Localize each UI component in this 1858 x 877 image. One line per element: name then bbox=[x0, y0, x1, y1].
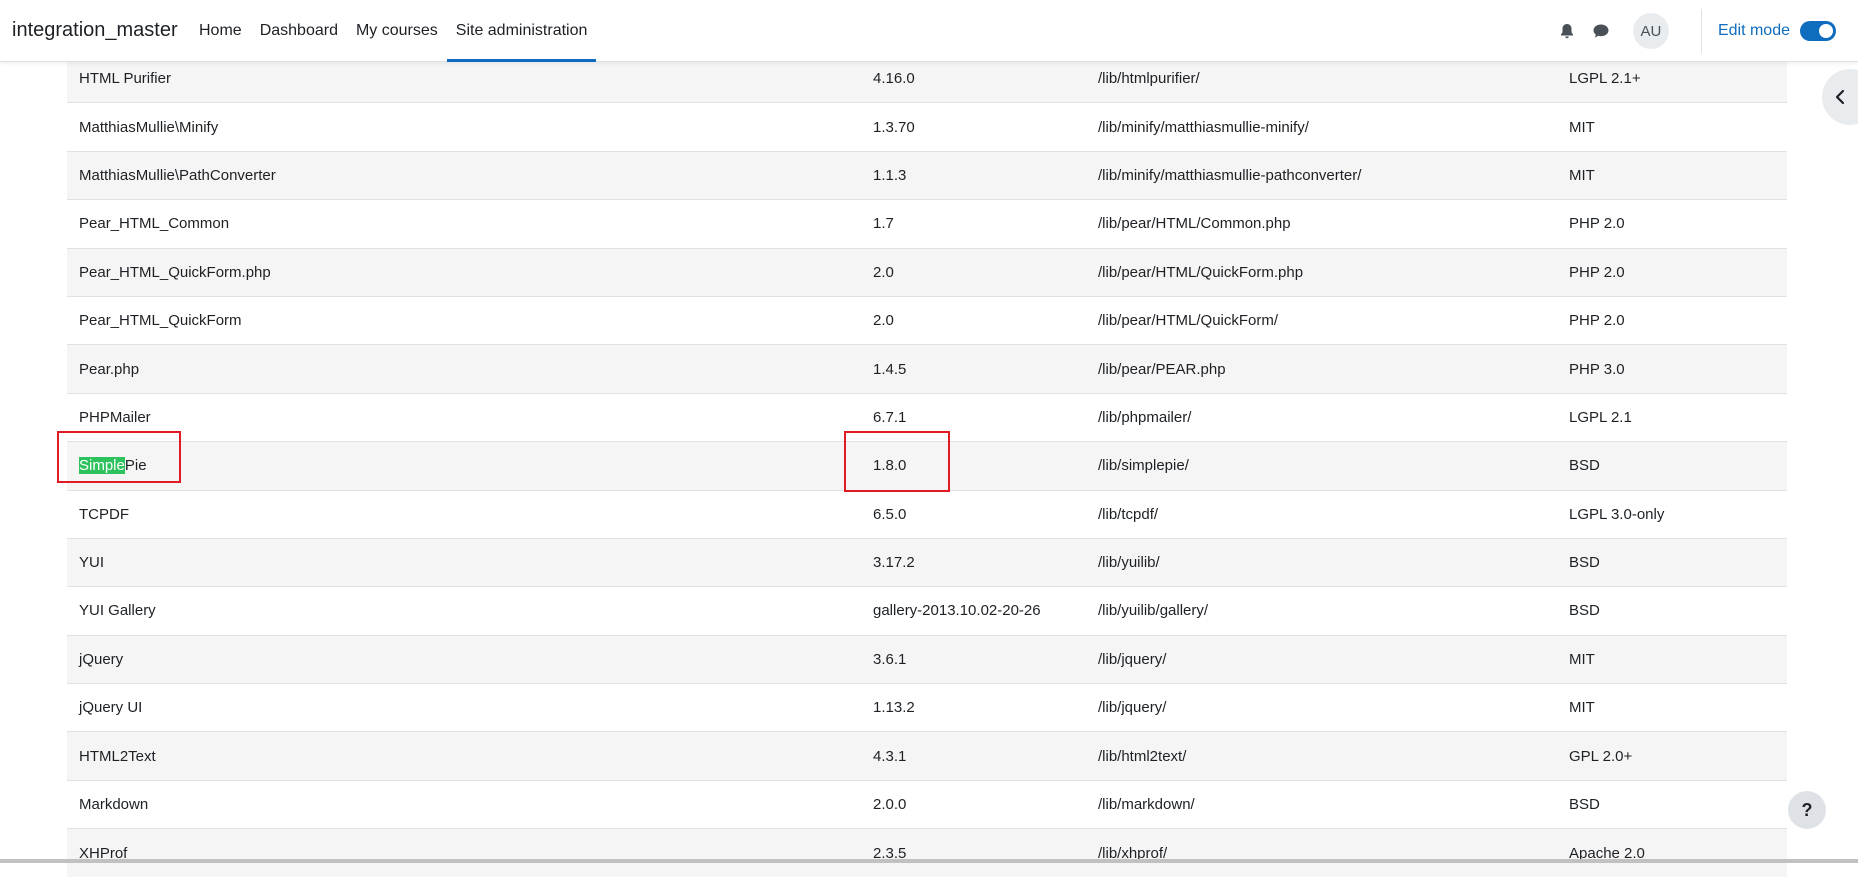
chevron-left-icon bbox=[1835, 89, 1845, 105]
library-name-cell: MatthiasMullie\Minify bbox=[67, 102, 861, 152]
library-version-cell: 2.0.0 bbox=[861, 779, 1086, 829]
nav-home[interactable]: Home bbox=[190, 0, 251, 62]
library-location-cell: /lib/pear/HTML/QuickForm/ bbox=[1086, 295, 1557, 345]
library-name-cell: HTML2Text bbox=[67, 731, 861, 781]
library-version-cell: 3.6.1 bbox=[861, 634, 1086, 684]
nav-dashboard[interactable]: Dashboard bbox=[251, 0, 347, 62]
library-name-cell: TCPDF bbox=[67, 489, 861, 539]
library-version-cell: 1.7 bbox=[861, 199, 1086, 249]
top-navbar: integration_master Home Dashboard My cou… bbox=[0, 0, 1858, 62]
nav-my-courses[interactable]: My courses bbox=[347, 0, 447, 62]
library-version-cell: 2.0 bbox=[861, 247, 1086, 297]
library-location-cell: /lib/minify/matthiasmullie-minify/ bbox=[1086, 102, 1557, 152]
library-name-cell: PHPMailer bbox=[67, 392, 861, 442]
library-location-cell: /lib/pear/PEAR.php bbox=[1086, 344, 1557, 394]
library-version-cell: 1.4.5 bbox=[861, 344, 1086, 394]
library-name-cell: Pear_HTML_Common bbox=[67, 199, 861, 249]
library-version-cell: 1.1.3 bbox=[861, 150, 1086, 200]
library-version-cell: 1.13.2 bbox=[861, 683, 1086, 732]
library-location-cell: /lib/markdown/ bbox=[1086, 779, 1557, 829]
library-license-cell: PHP 2.0 bbox=[1557, 295, 1787, 345]
library-location-cell: /lib/jquery/ bbox=[1086, 634, 1557, 684]
toggle-knob bbox=[1819, 24, 1833, 38]
library-license-cell: MIT bbox=[1557, 102, 1787, 152]
library-license-cell: PHP 2.0 bbox=[1557, 247, 1787, 297]
library-version-cell: 2.0 bbox=[861, 295, 1086, 345]
annotation-box-name bbox=[57, 431, 181, 483]
nav-site-administration[interactable]: Site administration bbox=[446, 0, 597, 62]
annotation-box-version bbox=[844, 431, 950, 492]
library-version-cell: 1.3.70 bbox=[861, 102, 1086, 152]
library-license-cell: BSD bbox=[1557, 586, 1787, 636]
library-license-cell: PHP 2.0 bbox=[1557, 199, 1787, 249]
library-location-cell: /lib/pear/HTML/Common.php bbox=[1086, 199, 1557, 249]
primary-navigation: Home Dashboard My courses Site administr… bbox=[190, 0, 597, 62]
chat-icon[interactable] bbox=[1585, 15, 1617, 47]
table-row: Pear_HTML_QuickForm 2.0/lib/pear/HTML/Qui… bbox=[67, 295, 1787, 345]
library-location-cell: /lib/simplepie/ bbox=[1086, 441, 1557, 491]
library-name-cell: jQuery bbox=[67, 634, 861, 684]
horizontal-scrollbar[interactable] bbox=[0, 859, 1858, 863]
library-license-cell: LGPL 3.0-only bbox=[1557, 489, 1787, 539]
library-location-cell: /lib/yuilib/ bbox=[1086, 537, 1557, 587]
drawer-toggle-button[interactable] bbox=[1822, 69, 1858, 125]
library-name-cell: Markdown bbox=[67, 779, 861, 829]
library-name-cell: SimplePie bbox=[67, 441, 861, 491]
library-license-cell: LGPL 2.1 bbox=[1557, 392, 1787, 442]
library-location-cell: /lib/tcpdf/ bbox=[1086, 489, 1557, 539]
library-license-cell: BSD bbox=[1557, 779, 1787, 829]
library-license-cell: Apache 2.0 bbox=[1557, 828, 1787, 877]
user-avatar[interactable]: AU bbox=[1632, 13, 1669, 49]
library-version-cell: 4.3.1 bbox=[861, 731, 1086, 781]
table-row: YUI Gallery gallery-2013.10.02-20-26/lib/… bbox=[67, 586, 1787, 636]
table-row: Pear_HTML_QuickForm.php 2.0/lib/pear/HTML… bbox=[67, 247, 1787, 297]
library-location-cell: /lib/jquery/ bbox=[1086, 683, 1557, 732]
edit-mode-toggle[interactable] bbox=[1800, 21, 1836, 41]
help-button[interactable]: ? bbox=[1788, 791, 1826, 829]
library-version-cell: 2.3.5 bbox=[861, 828, 1086, 877]
table-row: Markdown 2.0.0/lib/markdown/BSD bbox=[67, 779, 1787, 829]
library-version-cell: 3.17.2 bbox=[861, 537, 1086, 587]
library-license-cell: BSD bbox=[1557, 441, 1787, 491]
library-location-cell: /lib/phpmailer/ bbox=[1086, 392, 1557, 442]
table-row: MatthiasMullie\Minify 1.3.70/lib/minify/m… bbox=[67, 102, 1787, 152]
library-license-cell: GPL 2.0+ bbox=[1557, 731, 1787, 781]
library-name-cell: YUI bbox=[67, 537, 861, 587]
table-row: MatthiasMullie\PathConverter 1.1.3/lib/mi… bbox=[67, 150, 1787, 200]
library-name-cell: MatthiasMullie\PathConverter bbox=[67, 150, 861, 200]
table-row: Pear_HTML_Common 1.7/lib/pear/HTML/Common… bbox=[67, 199, 1787, 249]
site-brand[interactable]: integration_master bbox=[12, 19, 178, 42]
library-license-cell: MIT bbox=[1557, 150, 1787, 200]
library-license-cell: PHP 3.0 bbox=[1557, 344, 1787, 394]
library-name-cell: XHProf bbox=[67, 828, 861, 877]
navbar-actions: AU Edit mode bbox=[1551, 0, 1858, 62]
library-name-cell: Pear_HTML_QuickForm bbox=[67, 295, 861, 345]
table-row: HTML2Text 4.3.1/lib/html2text/GPL 2.0+ bbox=[67, 731, 1787, 781]
library-location-cell: /lib/html2text/ bbox=[1086, 731, 1557, 781]
table-row: jQuery UI 1.13.2/lib/jquery/MIT bbox=[67, 683, 1787, 732]
library-location-cell: /lib/xhprof/ bbox=[1086, 828, 1557, 877]
library-license-cell: MIT bbox=[1557, 683, 1787, 732]
library-name-cell: jQuery UI bbox=[67, 683, 861, 732]
table-row: XHProf 2.3.5/lib/xhprof/Apache 2.0 bbox=[67, 828, 1787, 877]
library-location-cell: /lib/minify/matthiasmullie-pathconverter… bbox=[1086, 150, 1557, 200]
table-row: Pear.php 1.4.5/lib/pear/PEAR.php PHP 3.0 bbox=[67, 344, 1787, 394]
library-name-cell: Pear.php bbox=[67, 344, 861, 394]
navbar-divider bbox=[1700, 9, 1702, 53]
library-license-cell: MIT bbox=[1557, 634, 1787, 684]
library-name-cell: Pear_HTML_QuickForm.php bbox=[67, 247, 861, 297]
library-version-cell: 6.5.0 bbox=[861, 489, 1086, 539]
bell-icon[interactable] bbox=[1551, 15, 1583, 47]
library-version-cell: gallery-2013.10.02-20-26 bbox=[861, 586, 1086, 636]
library-location-cell: /lib/yuilib/gallery/ bbox=[1086, 586, 1557, 636]
table-row: TCPDF 6.5.0/lib/tcpdf/LGPL 3.0-only bbox=[67, 489, 1787, 539]
table-row: jQuery 3.6.1/lib/jquery/MIT bbox=[67, 634, 1787, 684]
table-row: YUI 3.17.2/lib/yuilib/BSD bbox=[67, 537, 1787, 587]
library-name-cell: YUI Gallery bbox=[67, 586, 861, 636]
library-license-cell: BSD bbox=[1557, 537, 1787, 587]
library-location-cell: /lib/pear/HTML/QuickForm.php bbox=[1086, 247, 1557, 297]
edit-mode-label[interactable]: Edit mode bbox=[1718, 22, 1790, 40]
